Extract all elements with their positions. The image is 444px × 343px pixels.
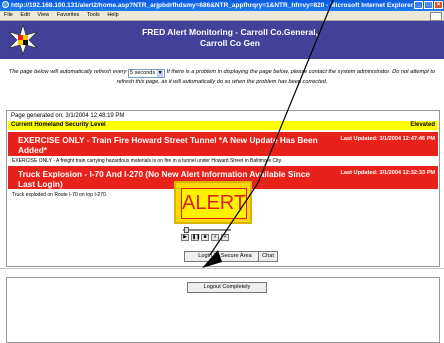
menu-favorites[interactable]: Favorites <box>57 12 80 18</box>
ie-icon <box>2 1 9 8</box>
window-controls: _ □ × <box>414 1 443 9</box>
alert-last-updated: Last Updated: 3/1/2004 12:47:46 PM <box>340 136 435 142</box>
security-level-label: Current Homeland Security Level <box>11 122 106 128</box>
refresh-interval-select[interactable]: 5 seconds ▼ <box>128 69 166 78</box>
page-header: FRED Alert Monitoring - Carroll Co.Gener… <box>0 21 444 59</box>
seek-track[interactable] <box>183 229 231 231</box>
alert-banner-text: ALERT <box>181 188 247 219</box>
divider <box>0 268 444 269</box>
seek-thumb[interactable] <box>184 227 189 233</box>
maximize-icon[interactable]: □ <box>424 1 433 9</box>
menu-edit[interactable]: Edit <box>20 12 29 18</box>
stop-icon[interactable]: ■ <box>201 234 209 241</box>
minimize-icon[interactable]: _ <box>414 1 423 9</box>
alert-banner: ALERT <box>174 181 252 224</box>
menu-bar: File Edit View Favorites Tools Help <box>0 11 444 21</box>
security-level-value: Elevated <box>410 122 435 128</box>
pause-icon[interactable]: ❚❚ <box>191 234 200 241</box>
menu-tools[interactable]: Tools <box>87 12 100 18</box>
chat-button[interactable]: Chat <box>258 251 278 262</box>
window-title: http://192.168.100.131/alert2/home.asp?N… <box>11 2 420 9</box>
window-titlebar: http://192.168.100.131/alert2/home.asp?N… <box>0 0 444 11</box>
alert-last-updated: Last Updated: 3/1/2004 12:32:33 PM <box>340 170 435 176</box>
page-title: FRED Alert Monitoring - Carroll Co.Gener… <box>142 27 318 48</box>
windows-logo-icon <box>430 12 442 21</box>
menu-help[interactable]: Help <box>107 12 118 18</box>
close-icon[interactable]: × <box>434 1 443 9</box>
alert-item[interactable]: EXERCISE ONLY - Train Fire Howard Street… <box>8 132 438 156</box>
alert-description: EXERCISE ONLY - A freight train carrying… <box>12 158 283 164</box>
logout-button[interactable]: Logout Completely <box>187 282 267 293</box>
rewind-icon[interactable]: « <box>211 234 219 241</box>
alert-title[interactable]: EXERCISE ONLY - Train Fire Howard Street… <box>18 135 318 155</box>
alert-title[interactable]: Truck Explosion - I-70 And I-270 (No New… <box>18 169 318 189</box>
alert-description: Truck exploded on Route I-70 on top I-27… <box>12 192 108 198</box>
security-level-bar: Current Homeland Security Level Elevated <box>8 121 438 130</box>
menu-file[interactable]: File <box>4 12 13 18</box>
media-player: ▶ ❚❚ ■ « » <box>178 227 236 242</box>
menu-view[interactable]: View <box>37 12 49 18</box>
play-icon[interactable]: ▶ <box>181 234 189 241</box>
generated-timestamp: Page generated on: 3/1/2004 12:48:19 PM <box>11 113 125 119</box>
emergency-star-logo-icon <box>7 24 39 55</box>
forward-icon[interactable]: » <box>221 234 229 241</box>
login-secure-area-button[interactable]: Login To Secure Area <box>184 251 266 262</box>
refresh-notice: The page below will automatically refres… <box>8 69 436 85</box>
chevron-down-icon: ▼ <box>157 70 164 77</box>
